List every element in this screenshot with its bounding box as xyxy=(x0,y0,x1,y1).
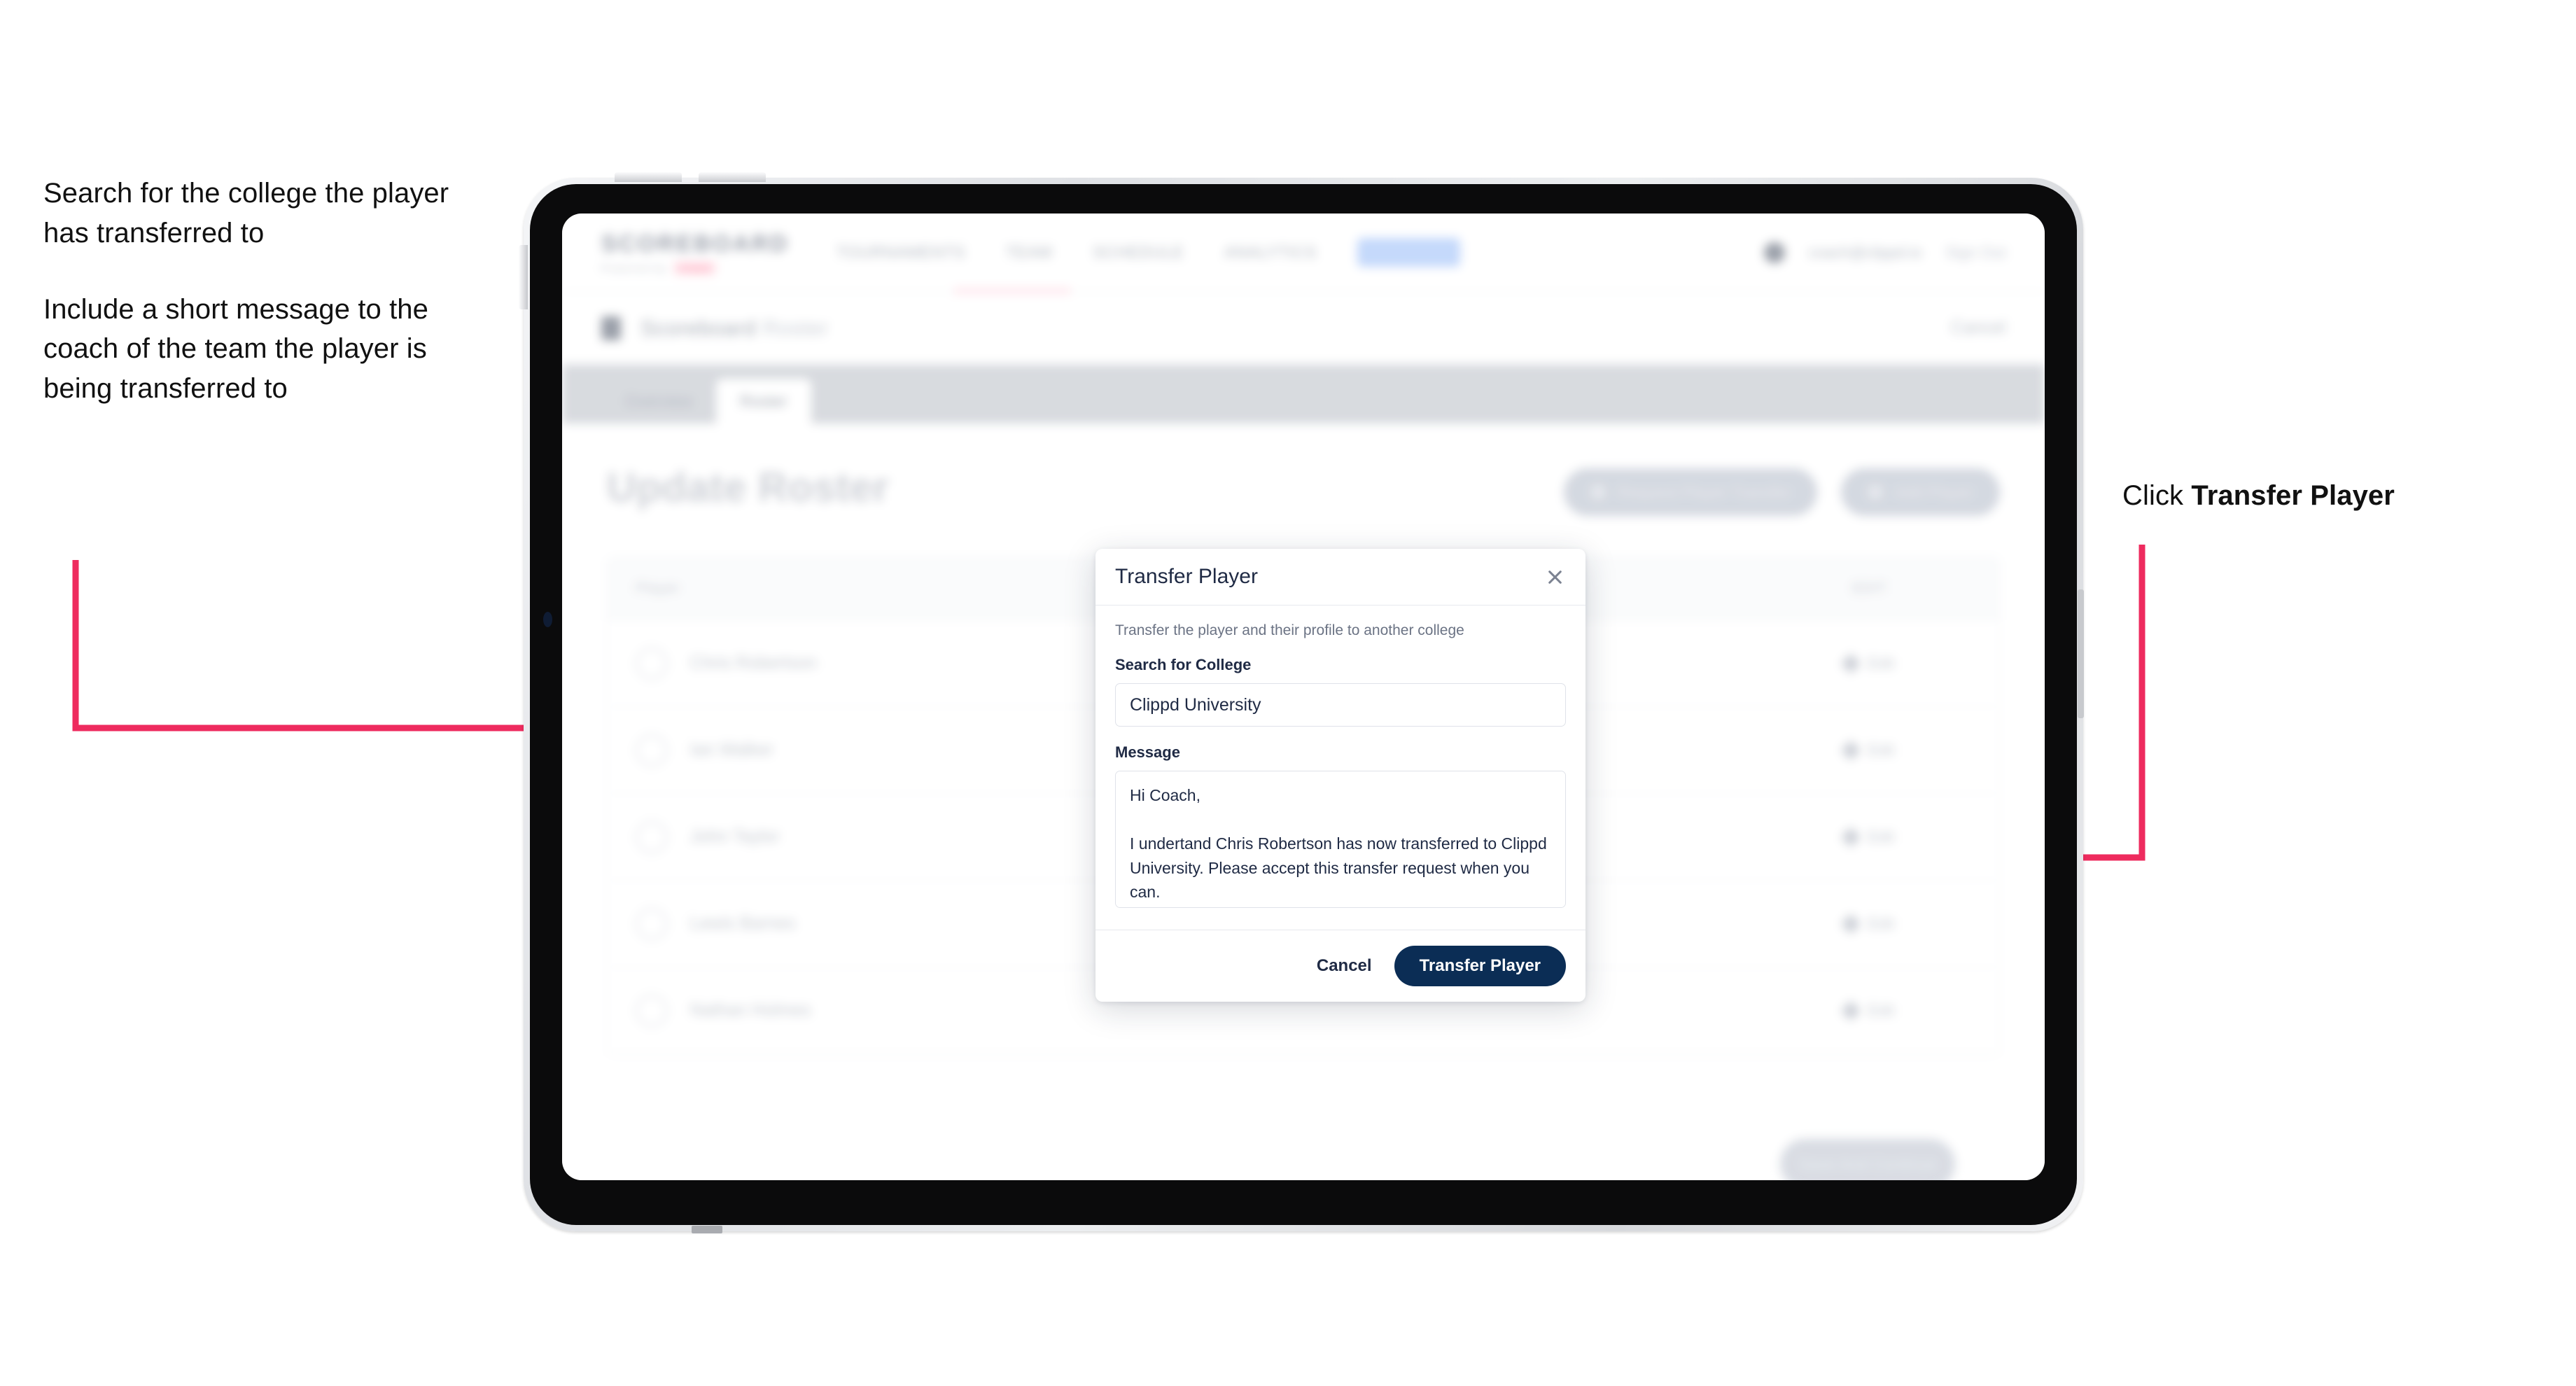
dialog-title: Transfer Player xyxy=(1115,565,1258,588)
dialog-footer: Cancel Transfer Player xyxy=(1096,930,1586,1002)
dialog-body: Transfer the player and their profile to… xyxy=(1096,606,1586,930)
screenshot-canvas: Search for the college the player has tr… xyxy=(0,0,2576,1386)
transfer-player-button[interactable]: Transfer Player xyxy=(1394,946,1566,986)
transfer-player-dialog: Transfer Player Transfer the player and … xyxy=(1096,549,1586,1002)
smart-connector-right xyxy=(2078,589,2084,718)
dialog-subtitle: Transfer the player and their profile to… xyxy=(1115,622,1464,638)
annotation-left-line-1: Search for the college the player has tr… xyxy=(43,178,449,248)
annotation-left: Search for the college the player has tr… xyxy=(43,174,491,409)
tablet-device-frame: SCOREBOARD Powered by clippd TOURNAMENTS… xyxy=(519,172,2084,1233)
message-textarea[interactable]: Hi Coach, I undertand Chris Robertson ha… xyxy=(1115,771,1566,908)
message-field-label: Message xyxy=(1115,743,1180,761)
annotation-right: Click Transfer Player xyxy=(2122,476,2514,516)
usb-c-port xyxy=(692,1226,722,1233)
annotation-right-bold: Transfer Player xyxy=(2191,480,2395,511)
field-spacer xyxy=(1115,727,1566,743)
volume-down-button[interactable] xyxy=(699,172,766,182)
volume-up-button[interactable] xyxy=(615,172,682,182)
tablet-bezel: SCOREBOARD Powered by clippd TOURNAMENTS… xyxy=(530,184,2077,1225)
tablet-screen: SCOREBOARD Powered by clippd TOURNAMENTS… xyxy=(562,214,2045,1180)
search-college-input[interactable] xyxy=(1115,683,1566,727)
front-camera-icon xyxy=(543,612,552,627)
annotation-right-prefix: Click xyxy=(2122,480,2192,511)
close-icon[interactable] xyxy=(1542,564,1567,589)
dialog-header: Transfer Player xyxy=(1096,549,1586,606)
annotation-left-line-2: Include a short message to the coach of … xyxy=(43,293,428,405)
power-button[interactable] xyxy=(519,245,528,309)
college-field-label: Search for College xyxy=(1115,656,1252,673)
cancel-button[interactable]: Cancel xyxy=(1312,951,1376,981)
